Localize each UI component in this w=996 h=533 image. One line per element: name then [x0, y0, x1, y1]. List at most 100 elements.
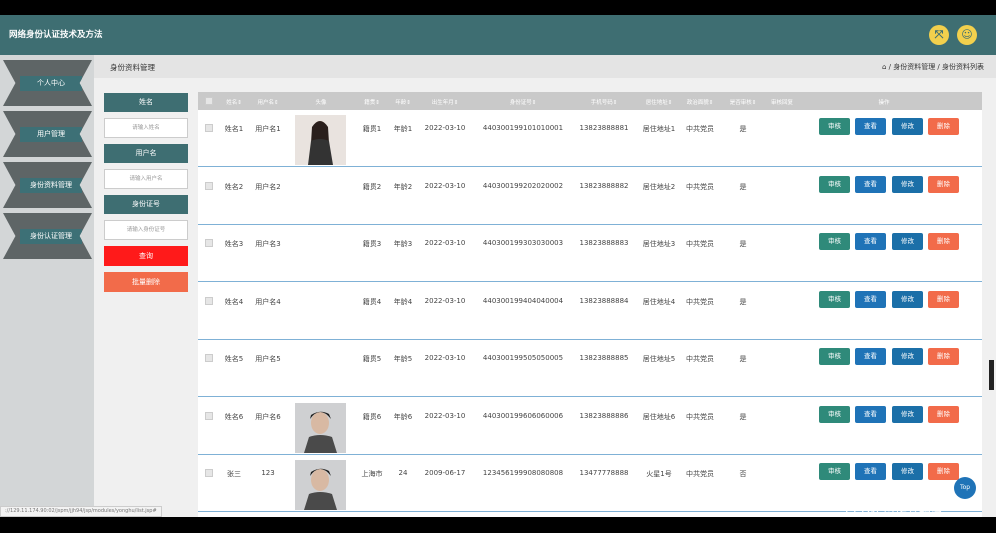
sidebar-item-identity-auth[interactable]: 身份认证管理	[3, 213, 92, 259]
sidebar-item-label: 身份资料管理	[20, 178, 82, 193]
table-row: 张三 123 上海市 24 2009-06-17 123456199908080808 13…	[198, 455, 982, 512]
review-button[interactable]: 审核	[819, 233, 850, 250]
fullscreen-icon[interactable]: ⤧	[929, 25, 949, 45]
sidebar-item-personal-center[interactable]: 个人中心	[3, 60, 92, 106]
cell-age: 年龄3	[393, 240, 413, 248]
cell-birth: 2022-03-10	[424, 296, 466, 305]
cell-address: 居住地址5	[642, 355, 676, 363]
cell-political: 中共党员	[686, 125, 714, 133]
cell-name: 姓名3	[224, 240, 244, 248]
cell-phone: 13477778888	[579, 469, 629, 477]
query-button[interactable]: 查询	[104, 246, 188, 266]
cell-address: 火星1号	[646, 470, 672, 478]
edit-button[interactable]: 修改	[892, 233, 923, 250]
batch-delete-button[interactable]: 批量删除	[104, 272, 188, 292]
cell-address: 居住地址6	[642, 412, 676, 421]
cell-reviewed: 是	[739, 297, 747, 306]
row-checkbox[interactable]	[205, 181, 213, 190]
column-header[interactable]: 居住地址⇕	[646, 98, 673, 106]
view-button[interactable]: 查看	[855, 233, 886, 250]
avatar	[295, 173, 346, 223]
edit-button[interactable]: 修改	[892, 175, 923, 193]
avatar	[295, 288, 346, 338]
delete-button[interactable]: 删除	[928, 348, 959, 365]
review-button[interactable]: 审核	[819, 290, 850, 308]
column-header[interactable]: 政治面貌⇕	[687, 98, 714, 106]
column-header[interactable]: 籍贯⇕	[364, 98, 380, 106]
cell-birth: 2022-03-10	[424, 354, 466, 362]
cell-native: 籍贯5	[362, 355, 382, 363]
table-row: 姓名2 用户名2 籍贯2 年龄2 2022-03-10 44030019920202000…	[198, 167, 982, 225]
delete-button[interactable]: 删除	[928, 463, 959, 480]
cell-address: 居住地址4	[642, 297, 676, 306]
column-header[interactable]: 姓名⇕	[226, 98, 242, 106]
table-row: 姓名4 用户名4 籍贯4 年龄4 2022-03-10 44030019940404000…	[198, 282, 982, 340]
table-row: 姓名1 用户名1 籍贯1 年龄1 2022-03-10 44030019910101000…	[198, 110, 982, 167]
review-button[interactable]: 审核	[819, 405, 850, 423]
review-button[interactable]: 审核	[819, 463, 850, 480]
edit-button[interactable]: 修改	[892, 118, 923, 135]
column-header: 头像	[315, 100, 327, 106]
filter-panel: 姓名 请输入姓名 用户名 请输入用户名 身份证号 请输入身份证号 查询 批量删除	[104, 93, 188, 292]
cell-native: 籍贯2	[362, 182, 382, 191]
view-button[interactable]: 查看	[855, 290, 886, 308]
column-header[interactable]: 出生年月⇕	[432, 98, 459, 106]
delete-button[interactable]: 删除	[928, 405, 959, 423]
cell-age: 年龄2	[393, 182, 413, 191]
avatar	[295, 230, 346, 280]
scrollbar[interactable]	[989, 360, 994, 390]
cell-birth: 2022-03-10	[424, 124, 466, 132]
username-input[interactable]: 请输入用户名	[104, 169, 188, 189]
view-button[interactable]: 查看	[855, 118, 886, 135]
row-checkbox[interactable]	[205, 124, 213, 132]
top-bar: 网络身份认证技术及方法 ⤧ ☺	[0, 15, 996, 55]
edit-button[interactable]: 修改	[892, 348, 923, 365]
cell-username: 用户名3	[255, 240, 281, 248]
select-all-checkbox[interactable]	[205, 97, 213, 105]
name-input[interactable]: 请输入姓名	[104, 118, 188, 138]
sidebar-item-identity-data[interactable]: 身份资料管理	[3, 162, 92, 208]
header-bar: 身份资料管理 ⌂ / 身份资料管理 / 身份资料列表	[94, 55, 996, 78]
row-checkbox[interactable]	[205, 239, 213, 247]
view-button[interactable]: 查看	[855, 463, 886, 480]
cell-reviewed: 是	[739, 125, 747, 133]
cell-phone: 13823888885	[579, 354, 629, 362]
review-button[interactable]: 审核	[819, 175, 850, 193]
scroll-to-top-button[interactable]: Top	[954, 477, 976, 499]
view-button[interactable]: 查看	[855, 348, 886, 365]
table-row: 姓名3 用户名3 籍贯3 年龄3 2022-03-10 44030019930303000…	[198, 225, 982, 282]
view-button[interactable]: 查看	[855, 405, 886, 423]
idcard-input[interactable]: 请输入身份证号	[104, 220, 188, 240]
column-header[interactable]: 年龄⇕	[395, 98, 411, 106]
sidebar-item-user-management[interactable]: 用户管理	[3, 111, 92, 157]
cell-username: 用户名5	[255, 355, 281, 363]
delete-button[interactable]: 删除	[928, 118, 959, 135]
column-header[interactable]: 身份证号⇕	[510, 98, 537, 106]
user-icon[interactable]: ☺	[957, 25, 977, 45]
table-row: 姓名6 用户名6 籍贯6 年龄6 2022-03-10 44030019960606000…	[198, 397, 982, 455]
delete-button[interactable]: 删除	[928, 233, 959, 250]
review-button[interactable]: 审核	[819, 118, 850, 135]
cell-name: 姓名1	[224, 125, 244, 133]
row-checkbox[interactable]	[205, 469, 213, 477]
column-header[interactable]: 手机号码⇕	[591, 98, 618, 106]
cell-idcard: 123456199908080808	[482, 469, 564, 477]
row-checkbox[interactable]	[205, 354, 213, 362]
column-header[interactable]: 用户名⇕	[257, 98, 278, 106]
delete-button[interactable]: 删除	[928, 290, 959, 308]
delete-button[interactable]: 删除	[928, 175, 959, 193]
cell-reviewed: 是	[739, 182, 747, 191]
row-checkbox[interactable]	[205, 296, 213, 305]
breadcrumb[interactable]: ⌂ / 身份资料管理 / 身份资料列表	[882, 62, 984, 72]
cell-political: 中共党员	[686, 355, 714, 363]
edit-button[interactable]: 修改	[892, 405, 923, 423]
view-button[interactable]: 查看	[855, 175, 886, 193]
edit-button[interactable]: 修改	[892, 463, 923, 480]
cell-name: 姓名2	[224, 182, 244, 191]
edit-button[interactable]: 修改	[892, 290, 923, 308]
column-header[interactable]: 是否审核⇕	[730, 98, 757, 106]
review-button[interactable]: 审核	[819, 348, 850, 365]
cell-idcard: 440300199505050005	[482, 354, 564, 362]
cell-age: 24	[398, 469, 408, 477]
row-checkbox[interactable]	[205, 411, 213, 420]
